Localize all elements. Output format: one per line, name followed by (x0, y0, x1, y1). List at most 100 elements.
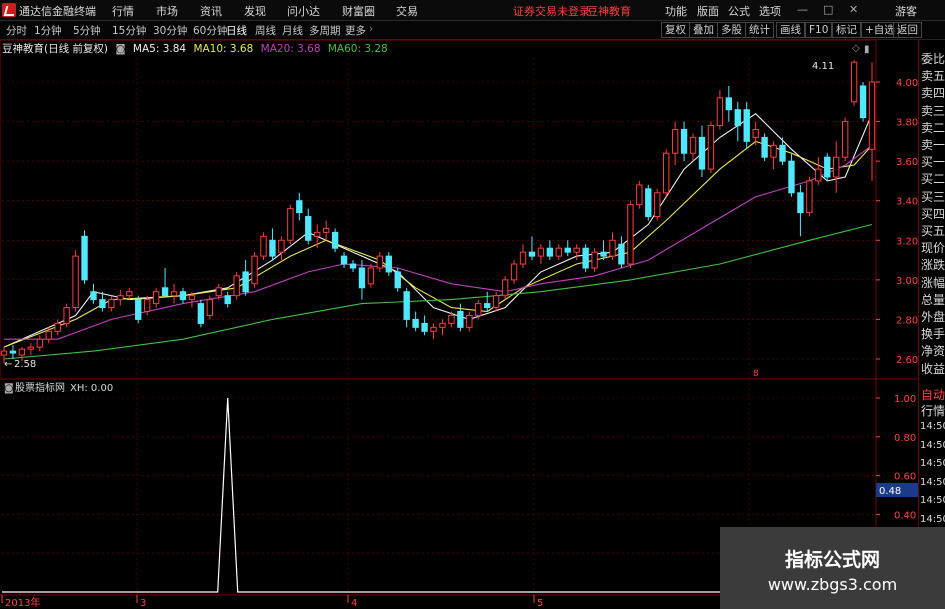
candle-body-up (609, 239, 616, 257)
high-price-marker: 4.11 (812, 61, 834, 72)
candle-body-down (90, 291, 97, 301)
candle-body-up (322, 227, 330, 233)
candle-body-up (27, 346, 35, 350)
candle-body-down (197, 303, 205, 324)
main-tick-label-7: 2.60 (896, 355, 918, 366)
sidebar-time-3: 14:50 (920, 476, 945, 488)
ind-tick-label-2: 0.60 (894, 472, 916, 483)
candle-body-down (743, 109, 750, 142)
sidebar-field-18: 收益 (921, 361, 945, 376)
sidebar-field-1: 卖五 (921, 69, 945, 84)
main-tick-label-0: 4.00 (896, 78, 918, 89)
candle-body-down (161, 287, 169, 297)
candle-body-up (206, 299, 213, 316)
candle-body-down (582, 247, 589, 269)
candle-body-up (108, 299, 115, 309)
candle-layer (0, 60, 876, 363)
ma-line-ma10 (3, 140, 873, 348)
candle-body-up (689, 136, 697, 154)
candle-body-up (671, 128, 679, 154)
candle-body-down (179, 291, 187, 301)
sidebar-time-2: 14:50 (920, 458, 945, 469)
candle-body-up (126, 291, 133, 297)
sidebar-field-14: 总量 (921, 292, 945, 307)
sidebar-field-17: 净资 (921, 344, 945, 359)
candle-body-down (761, 136, 768, 158)
candle-body-down (618, 243, 625, 265)
indicator-title: 股票指标网 (15, 381, 65, 394)
main-tick-label-1: 3.80 (896, 118, 918, 129)
candle-body-down (358, 267, 366, 289)
candle-body-up (850, 61, 858, 103)
indicator-value: XH: 0.00 (70, 383, 113, 394)
candle-body-up (367, 267, 375, 285)
date-label-1: 3 (140, 598, 146, 609)
date-label-3: 5 (537, 598, 543, 609)
main-tick-label-2: 3.60 (896, 157, 918, 168)
candle-body-down (797, 192, 804, 214)
candle-body-up (770, 144, 777, 158)
candle-body-up (841, 121, 849, 158)
main-tick-label-3: 3.40 (896, 197, 918, 208)
candle-body-up (519, 251, 527, 265)
candle-body-up (260, 235, 267, 257)
candle-body-up (233, 275, 240, 297)
sidebar-time-5: 14:50 (920, 513, 945, 525)
sidebar-field-2: 卖四 (921, 86, 945, 101)
candle-body-down (698, 136, 706, 170)
ma-line-ma5 (3, 112, 873, 348)
sidebar-quotes[interactable]: 行情 (921, 402, 945, 419)
low-arrow-icon: ← (4, 359, 12, 370)
sidebar-field-13: 涨幅 (921, 275, 945, 290)
candle-body-up (573, 247, 580, 253)
candle-body-down (600, 251, 607, 257)
ind-tick-label-0: 1.00 (894, 394, 916, 405)
candle-body-up (117, 295, 124, 301)
sidebar-field-7: 买二 (921, 172, 945, 187)
ind-tick-label-1: 0.80 (894, 433, 916, 444)
candle-body-up (591, 251, 598, 269)
candle-body-up (314, 231, 321, 237)
candle-body-up (555, 247, 562, 257)
candle-body-down (734, 109, 741, 127)
quote-sidebar: 委比 卖五 卖四 卖三 卖二 卖一 买一 买二 买三 买四 买五 现价 涨跌 涨幅 总量 外盘 换手 净资 收益 自… (918, 40, 945, 609)
candle-body-up (36, 338, 43, 348)
candle-body-down (824, 156, 831, 178)
candle-body-down (421, 322, 428, 332)
candle-body-down (680, 128, 688, 154)
candle-body-up (707, 125, 715, 170)
sidebar-auto[interactable]: 自动 (921, 386, 945, 403)
candle-body-down (269, 239, 276, 257)
candle-body-up (806, 180, 813, 214)
candle-body-up (448, 314, 455, 324)
candle-body-up (466, 314, 473, 328)
candle-body-down (859, 85, 867, 119)
candle-body-up (143, 299, 151, 313)
candle-body-up (663, 152, 670, 194)
candle-body-down (788, 160, 795, 194)
candle-body-up (537, 247, 545, 257)
candle-body-up (376, 255, 384, 269)
candle-body-up (627, 204, 634, 265)
candle-body-up (815, 168, 822, 182)
candle-body-up (510, 263, 518, 281)
candle-body-up (188, 295, 196, 301)
indicator-settings-icon[interactable]: ◙ (4, 383, 14, 394)
chart-canvas[interactable]: 4.00 3.80 3.60 3.40 3.20 3.00 2.80 2.60 2013年 3 4 5… (0, 0, 918, 609)
ma-line-ma20 (4, 144, 873, 340)
candle-body-up (72, 255, 79, 309)
candle-body-up (170, 291, 178, 297)
panel-toggle-icon[interactable]: ▮ (864, 44, 870, 55)
candle-body-up (251, 255, 258, 285)
sidebar-field-10: 买五 (921, 224, 945, 238)
candle-body-up (54, 322, 61, 332)
sidebar-field-8: 买三 (921, 189, 945, 204)
candle-body-down (484, 303, 491, 309)
candle-body-up (439, 322, 446, 328)
ma-line-ma60 (3, 223, 873, 360)
sidebar-time-4: 14:50 (920, 495, 945, 506)
candle-body-down (725, 97, 733, 111)
indicator-value-badge-label: 0.48 (879, 486, 901, 497)
sidebar-field-16: 换手 (921, 327, 945, 342)
sidebar-time-0: 14:50 (920, 421, 945, 432)
